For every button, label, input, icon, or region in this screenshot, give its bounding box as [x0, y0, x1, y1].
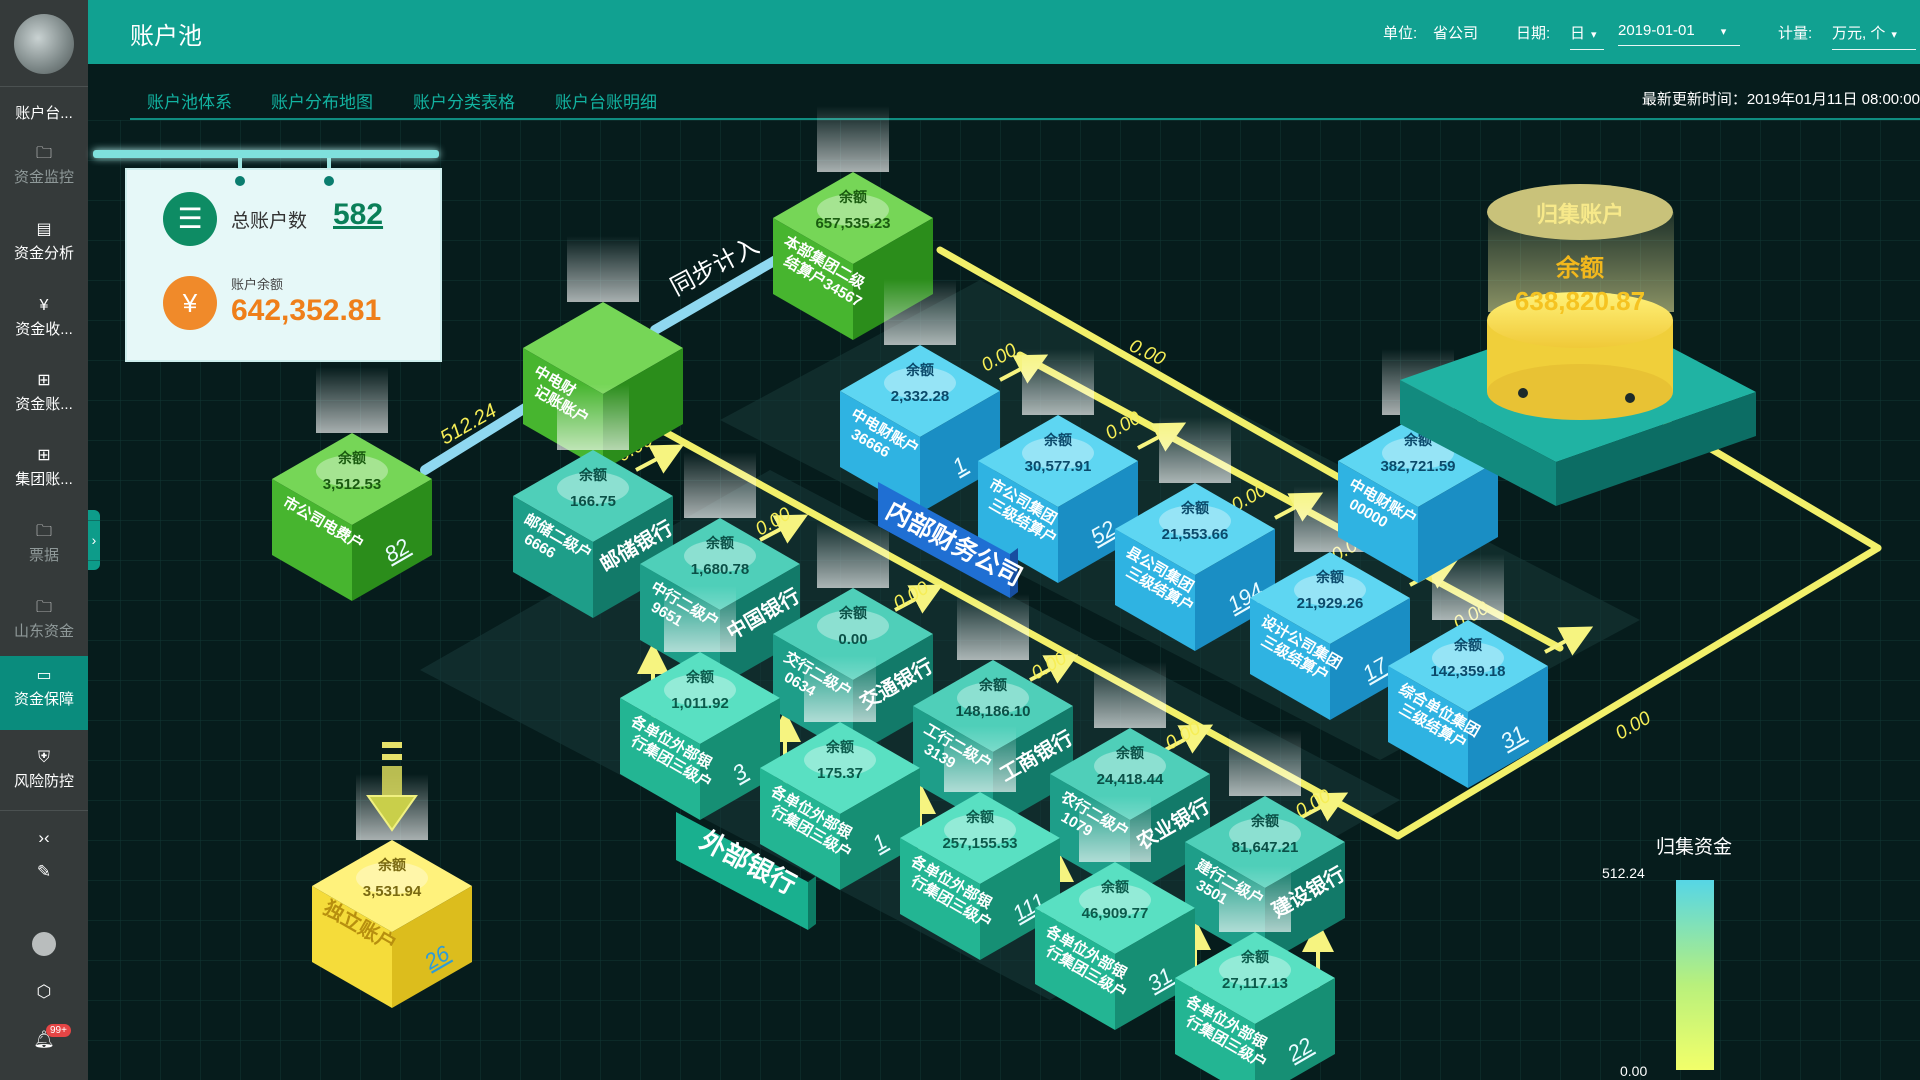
total-accounts-label: 总账户数: [231, 211, 308, 232]
balance-amount: 27,117.13: [1222, 975, 1288, 992]
balance-word: 余额: [838, 605, 867, 621]
box-glow: [1219, 866, 1291, 932]
balance-amount: 3,512.53: [323, 476, 381, 493]
balance-amount: 81,647.21: [1232, 839, 1299, 856]
piggy-bank-icon: ¥: [163, 276, 217, 330]
balance-word: 余额: [1315, 569, 1344, 585]
balance-word: 余额: [825, 739, 854, 755]
box-glow: [1079, 796, 1151, 862]
box-glow: [557, 384, 629, 450]
summary-pin-dot: [235, 176, 245, 186]
balance-amount: 657,535.23: [815, 215, 890, 232]
box-glow: [817, 106, 889, 172]
summary-card: ☰ 总账户数 582 ¥ 账户余额 642,352.81: [125, 168, 442, 362]
collection-balance-label: 余额: [1555, 254, 1604, 282]
collection-title: 归集账户: [1536, 202, 1624, 227]
box-glow: [684, 452, 756, 518]
balance-amount: 3,531.94: [363, 883, 422, 900]
external-bank-sign-edge: [808, 876, 816, 930]
balance-word: 余额: [1180, 500, 1209, 516]
box-glow: [567, 236, 639, 302]
collection-port: [1518, 388, 1528, 398]
box-glow: [957, 594, 1029, 660]
account-pool-diagram: 512.240.000.000.000.000.000.000.000.000.…: [88, 106, 1920, 1080]
balance-amount: 1,011.92: [671, 695, 729, 712]
box-glow: [316, 367, 388, 433]
summary-pin-dot: [324, 176, 334, 186]
balance-word: 余额: [905, 362, 934, 378]
balance-amount: 175.37: [817, 765, 863, 782]
box-glow: [1022, 349, 1094, 415]
box-glow: [817, 522, 889, 588]
balance-word: 余额: [705, 535, 734, 551]
legend-min: 0.00: [1620, 1063, 1648, 1079]
legend-gradient-bar: [1676, 880, 1714, 1070]
balance-amount: 142,359.18: [1430, 663, 1505, 680]
balance-amount: 166.75: [570, 493, 616, 510]
balance-word: 余额: [1453, 637, 1482, 653]
balance-word: 余额: [1115, 745, 1144, 761]
balance-word: 余额: [1043, 432, 1072, 448]
balance-amount: 21,929.26: [1297, 595, 1364, 612]
collection-cylinder-base: [1487, 364, 1673, 420]
balance-word: 余额: [337, 450, 366, 466]
legend-title: 归集资金: [1656, 837, 1733, 858]
balance-word: 余额: [838, 189, 867, 205]
balance-word: 余额: [1100, 879, 1129, 895]
balance-word: 余额: [377, 857, 406, 873]
balance-word: 余额: [685, 669, 714, 685]
balance-amount: 0.00: [838, 631, 867, 648]
balance-amount: 46,909.77: [1082, 905, 1149, 922]
balance-amount: 382,721.59: [1380, 458, 1455, 475]
balance-amount: 257,155.53: [942, 835, 1017, 852]
balance-value: 642,352.81: [231, 294, 382, 327]
database-icon: ☰: [163, 192, 217, 246]
box-glow: [884, 279, 956, 345]
balance-word: 余额: [1240, 949, 1269, 965]
collection-port: [1625, 393, 1635, 403]
box-glow: [1094, 662, 1166, 728]
legend-max: 512.24: [1602, 865, 1645, 881]
collection-balance-value: 638,820.87: [1515, 286, 1645, 316]
box-glow: [804, 656, 876, 722]
box-glow: [1229, 730, 1301, 796]
balance-amount: 30,577.91: [1025, 458, 1092, 475]
balance-word: 余额: [578, 467, 607, 483]
box-glow: [1159, 417, 1231, 483]
balance-amount: 1,680.78: [691, 561, 749, 578]
total-accounts-value[interactable]: 582: [333, 198, 383, 232]
balance-word: 余额: [1250, 813, 1279, 829]
balance-label: 账户余额: [231, 277, 284, 292]
balance-word: 余额: [978, 677, 1007, 693]
box-glow: [664, 586, 736, 652]
balance-amount: 24,418.44: [1097, 771, 1164, 788]
summary-rail: [93, 150, 439, 158]
balance-amount: 21,553.66: [1162, 526, 1229, 543]
balance-amount: 148,186.10: [955, 703, 1030, 720]
box-glow: [944, 726, 1016, 792]
balance-word: 余额: [965, 809, 994, 825]
balance-amount: 2,332.28: [891, 388, 949, 405]
